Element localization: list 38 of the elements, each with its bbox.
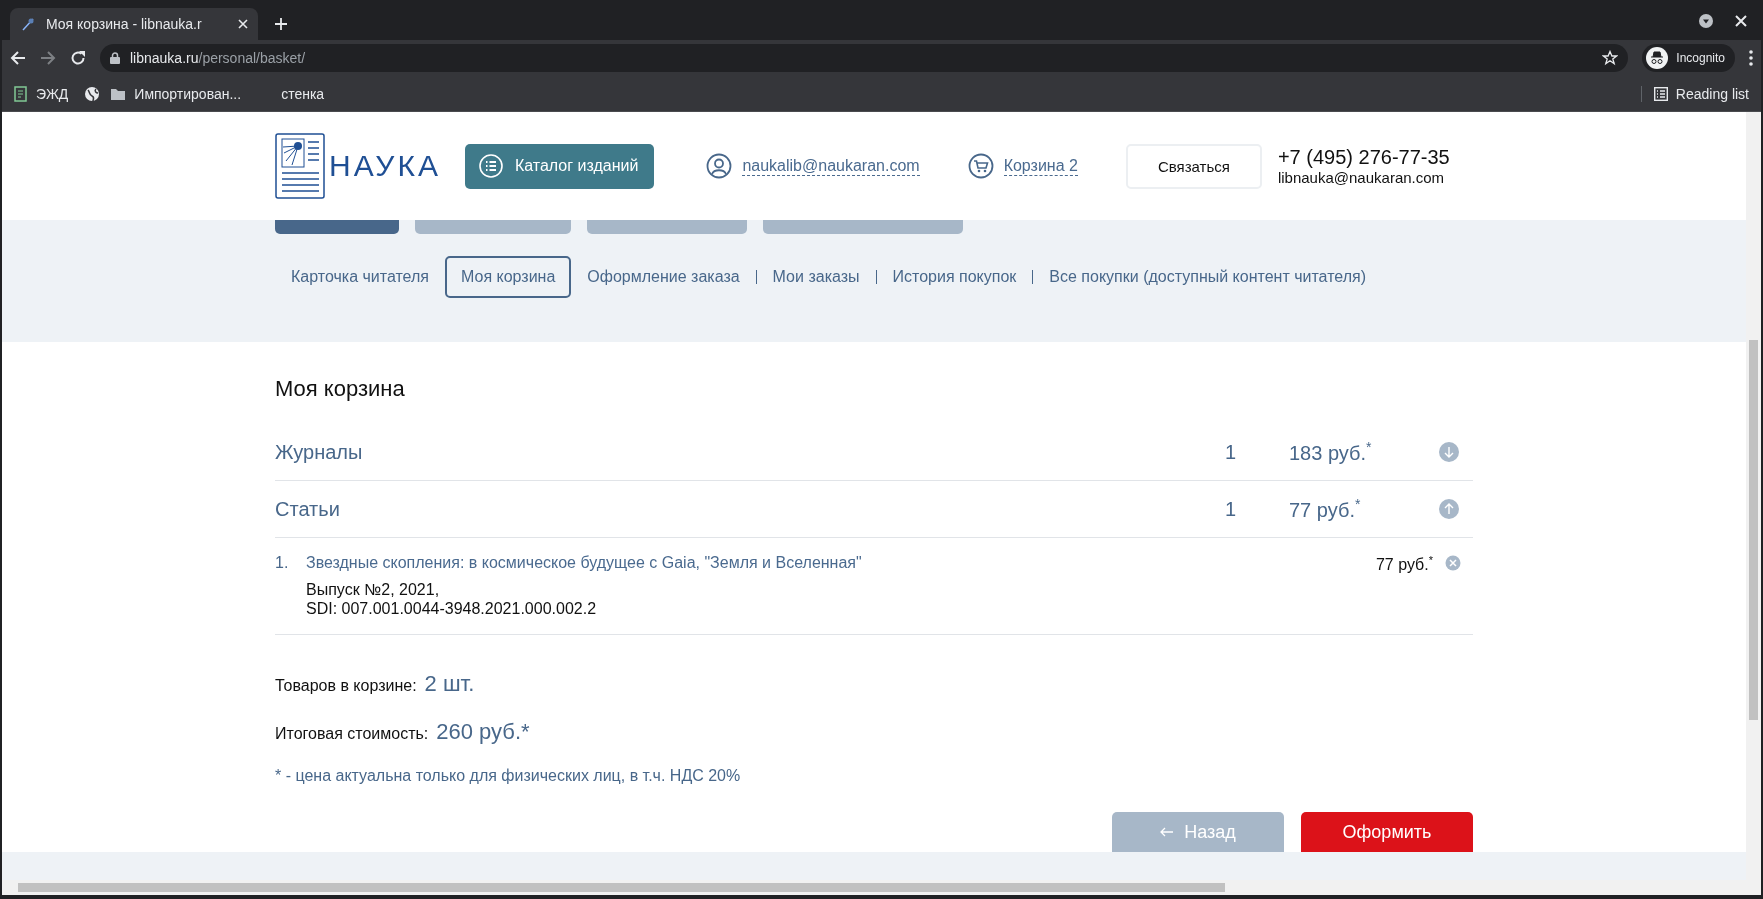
reading-list-button[interactable]: Reading list bbox=[1640, 85, 1749, 102]
contact-email: libnauka@naukaran.com bbox=[1277, 169, 1446, 186]
item-number: 1. bbox=[275, 554, 290, 573]
category-link[interactable]: Статьи bbox=[275, 497, 1199, 521]
total-value: 2 шт. bbox=[424, 671, 475, 697]
browser-tab[interactable]: Моя корзина - libnauka.r bbox=[10, 8, 258, 40]
incognito-button[interactable]: Incognito bbox=[1642, 44, 1735, 72]
category-link[interactable]: Журналы bbox=[275, 440, 1199, 464]
contact-button[interactable]: Связаться bbox=[1125, 143, 1262, 189]
bookmark[interactable]: стенка bbox=[257, 85, 325, 102]
bookmark[interactable]: Импортирован... bbox=[110, 85, 242, 102]
price-note: * - цена актуальна только для физических лиц, в т.ч. НДС 20% bbox=[275, 767, 742, 785]
address-bar[interactable]: libnauka.ru/personal/basket/ bbox=[100, 44, 1629, 72]
checkout-button[interactable]: Оформить bbox=[1301, 812, 1473, 852]
nav-tab[interactable]: Мои заказы bbox=[756, 256, 876, 298]
item-price: 77 руб.$^{*}$ bbox=[1375, 554, 1433, 576]
account-link[interactable]: naukalib@naukaran.com bbox=[742, 156, 920, 176]
nav-tab[interactable]: Оформление заказа bbox=[571, 256, 756, 298]
nav-tab[interactable]: Моя корзина bbox=[445, 256, 572, 298]
catalog-button[interactable]: Каталог изданий bbox=[464, 143, 655, 189]
item-detail: SDI: 007.001.0044-3948.2021.000.002.2 bbox=[306, 599, 598, 618]
nav-tab[interactable]: История покупок bbox=[876, 256, 1033, 298]
item-count: 1 bbox=[1224, 497, 1238, 521]
logo-text: НАУКА bbox=[329, 149, 441, 183]
total-label: Товаров в корзине: bbox=[275, 677, 417, 695]
category-price: 183 руб.$^{*}$ bbox=[1289, 439, 1373, 465]
item-count: 1 bbox=[1224, 440, 1238, 464]
category-price: 77 руб.$^{*}$ bbox=[1289, 496, 1362, 522]
phone-number: +7 (495) 276-77-35 bbox=[1277, 146, 1450, 169]
nav-tab[interactable]: Все покупки (доступный контент читателя) bbox=[1033, 256, 1382, 298]
item-detail: Выпуск №2, 2021, bbox=[306, 580, 441, 599]
nav-tab[interactable]: Карточка читателя bbox=[275, 256, 445, 298]
article-link[interactable]: Звездные скопления: в космическое будущее с Gaia, "Земля и Вселенная" bbox=[306, 554, 1376, 572]
page-title: Моя корзина bbox=[275, 376, 406, 402]
total-label: Итоговая стоимость: bbox=[275, 725, 429, 743]
cart-link[interactable]: Корзина 2 bbox=[1003, 156, 1078, 176]
total-value: 260 руб.* bbox=[436, 719, 530, 745]
bookmark[interactable]: ЭЖД bbox=[14, 85, 69, 102]
